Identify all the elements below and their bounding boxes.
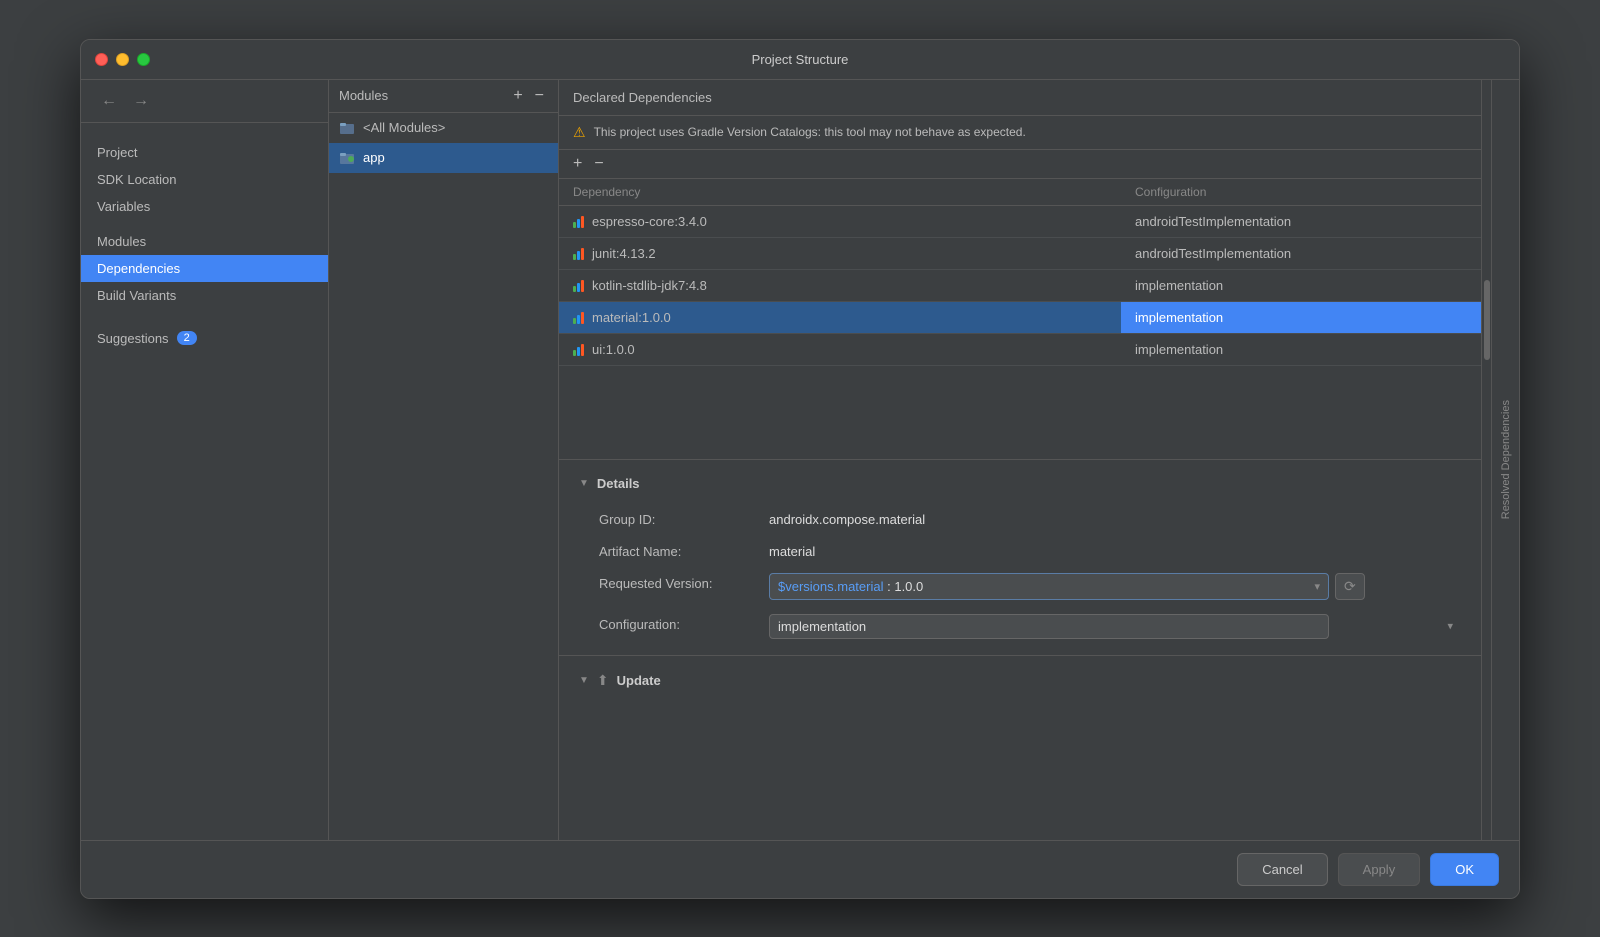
sidebar-item-dependencies[interactable]: Dependencies	[81, 255, 328, 282]
scrollbar-track	[1481, 80, 1491, 840]
dep-cell-config: androidTestImplementation	[1121, 206, 1481, 237]
dropdown-arrow-icon: ▾	[1314, 580, 1320, 593]
suggestions-badge: 2	[177, 331, 197, 345]
deps-table: Dependency Configuration espresso-core:3…	[559, 179, 1481, 459]
version-field-text: $versions.material : 1.0.0	[778, 579, 923, 594]
titlebar: Project Structure	[81, 40, 1519, 80]
module-item-all[interactable]: <All Modules>	[329, 113, 558, 143]
version-val: 1.0.0	[894, 579, 923, 594]
deps-table-header: Dependency Configuration	[559, 179, 1481, 206]
update-title: Update	[617, 673, 661, 688]
minimize-button[interactable]	[116, 53, 129, 66]
apply-button[interactable]: Apply	[1338, 853, 1421, 886]
col-header-dependency: Dependency	[559, 179, 1121, 205]
declared-deps-header: Declared Dependencies	[559, 80, 1481, 116]
back-button[interactable]: ←	[97, 90, 121, 112]
requested-version-label: Requested Version:	[599, 573, 759, 600]
main-content: ← → Project SDK Location Variables Modul…	[81, 80, 1519, 840]
traffic-lights	[95, 53, 150, 66]
details-section: ▼ Details Group ID: androidx.compose.mat…	[559, 459, 1481, 655]
configuration-select[interactable]: implementation androidTestImplementation…	[769, 614, 1329, 639]
refresh-button[interactable]: ⟳	[1335, 573, 1365, 600]
dep-cell-name: material:1.0.0	[559, 302, 1121, 333]
dep-cell-name: espresso-core:3.4.0	[559, 206, 1121, 237]
dep-bar-icon	[573, 246, 584, 260]
dep-cell-name: ui:1.0.0	[559, 334, 1121, 365]
modules-add-button[interactable]: +	[509, 88, 526, 104]
maximize-button[interactable]	[137, 53, 150, 66]
dep-bar-icon	[573, 342, 584, 356]
ok-button[interactable]: OK	[1430, 853, 1499, 886]
sidebar-item-sdk-location[interactable]: SDK Location	[81, 166, 328, 193]
scrollbar-thumb[interactable]	[1484, 280, 1490, 360]
sidebar-item-build-variants[interactable]: Build Variants	[81, 282, 328, 309]
sidebar: ← → Project SDK Location Variables Modul…	[81, 80, 329, 840]
modules-nav-group: Modules Dependencies Build Variants	[81, 228, 328, 309]
close-button[interactable]	[95, 53, 108, 66]
table-row[interactable]: kotlin-stdlib-jdk7:4.8 implementation	[559, 270, 1481, 302]
deps-add-button[interactable]: +	[569, 156, 586, 172]
bottom-bar: Cancel Apply OK	[81, 840, 1519, 898]
deps-toolbar: + −	[559, 150, 1481, 179]
table-row[interactable]: ui:1.0.0 implementation	[559, 334, 1481, 366]
artifact-name-value: material	[769, 541, 1461, 559]
project-structure-window: Project Structure ← → Project SDK Locati…	[80, 39, 1520, 899]
module-folder-icon	[339, 120, 355, 136]
configuration-dropdown-wrapper: implementation androidTestImplementation…	[769, 614, 1461, 639]
version-var: $versions.material	[778, 579, 884, 594]
navigation-bar: ← →	[81, 80, 328, 123]
window-title: Project Structure	[752, 52, 849, 67]
sidebar-nav: Project SDK Location Variables Modules D…	[81, 123, 328, 360]
dep-cell-config: androidTestImplementation	[1121, 238, 1481, 269]
dep-bar-icon	[573, 278, 584, 292]
resolved-dependencies-tab[interactable]: Resolved Dependencies	[1491, 80, 1519, 840]
module-item-app[interactable]: app	[329, 143, 558, 173]
version-sep: :	[884, 579, 895, 594]
upload-icon: ⬆	[597, 672, 609, 689]
sidebar-item-suggestions[interactable]: Suggestions 2	[81, 325, 328, 352]
details-header: ▼ Details	[579, 476, 1461, 491]
modules-remove-button[interactable]: −	[531, 88, 548, 104]
modules-actions: + −	[509, 88, 548, 104]
forward-button[interactable]: →	[129, 90, 153, 112]
dep-cell-config: implementation	[1121, 302, 1481, 333]
group-id-value: androidx.compose.material	[769, 509, 1461, 527]
dep-bar-icon	[573, 310, 584, 324]
resolved-dependencies-label: Resolved Dependencies	[1500, 392, 1512, 527]
warning-icon: ⚠	[573, 124, 586, 141]
table-row[interactable]: espresso-core:3.4.0 androidTestImplement…	[559, 206, 1481, 238]
version-dropdown[interactable]: $versions.material : 1.0.0 ▾	[769, 573, 1329, 600]
chevron-down-icon: ▼	[579, 478, 589, 489]
col-header-configuration: Configuration	[1121, 179, 1481, 205]
table-row-selected[interactable]: material:1.0.0 implementation	[559, 302, 1481, 334]
details-grid: Group ID: androidx.compose.material Arti…	[579, 509, 1461, 639]
module-app-icon	[339, 150, 355, 166]
deps-remove-button[interactable]: −	[590, 156, 607, 172]
main-panel: Declared Dependencies ⚠ This project use…	[559, 80, 1481, 840]
chevron-right-icon: ▼	[579, 675, 589, 686]
sidebar-item-modules[interactable]: Modules	[81, 228, 328, 255]
group-id-label: Group ID:	[599, 509, 759, 527]
dep-cell-config: implementation	[1121, 270, 1481, 301]
dep-cell-config: implementation	[1121, 334, 1481, 365]
sidebar-item-project[interactable]: Project	[81, 139, 328, 166]
sidebar-item-variables[interactable]: Variables	[81, 193, 328, 220]
cancel-button[interactable]: Cancel	[1237, 853, 1327, 886]
dep-cell-name: kotlin-stdlib-jdk7:4.8	[559, 270, 1121, 301]
dep-cell-name: junit:4.13.2	[559, 238, 1121, 269]
warning-bar: ⚠ This project uses Gradle Version Catal…	[559, 116, 1481, 150]
modules-title: Modules	[339, 88, 388, 103]
dep-bar-icon	[573, 214, 584, 228]
details-title: Details	[597, 476, 640, 491]
modules-header: Modules + −	[329, 80, 558, 113]
update-section[interactable]: ▼ ⬆ Update	[559, 655, 1481, 705]
modules-panel: Modules + − <All Modules>	[329, 80, 559, 840]
table-row[interactable]: junit:4.13.2 androidTestImplementation	[559, 238, 1481, 270]
artifact-name-label: Artifact Name:	[599, 541, 759, 559]
module-list: <All Modules> app	[329, 113, 558, 840]
requested-version-field-wrapper: $versions.material : 1.0.0 ▾ ⟳	[769, 573, 1461, 600]
configuration-label: Configuration:	[599, 614, 759, 639]
